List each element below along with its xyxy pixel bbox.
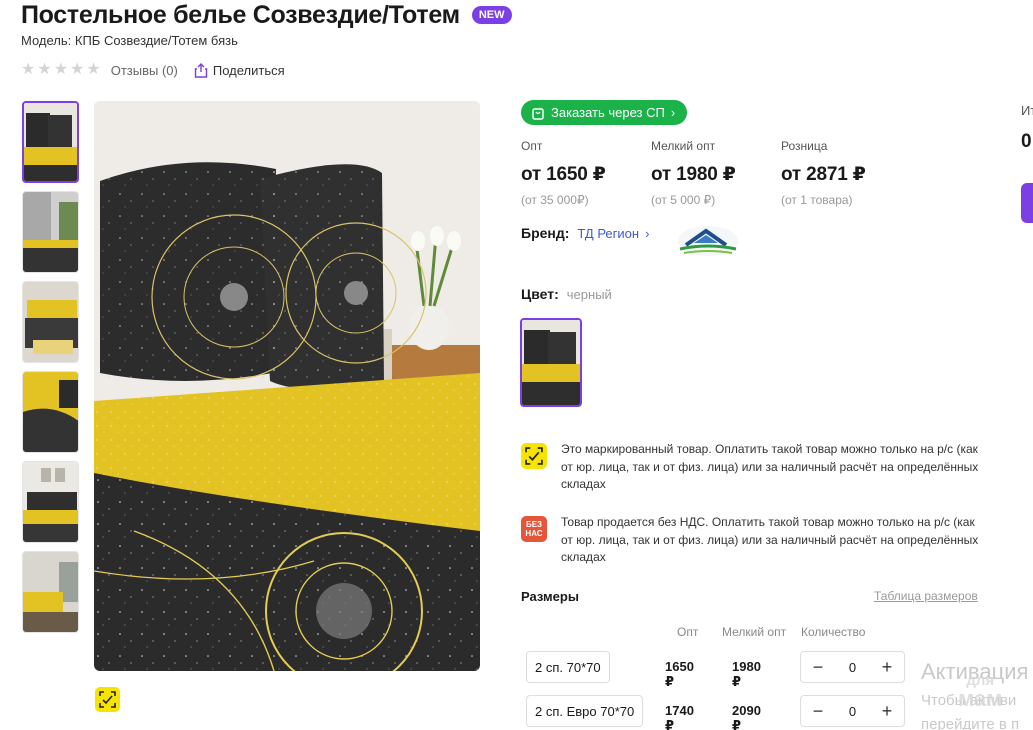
size-option[interactable]: 2 сп. 70*70 xyxy=(526,651,610,683)
share-button[interactable]: Поделиться xyxy=(194,63,285,78)
brand-label: Бренд: xyxy=(521,225,570,241)
price-value: от 1650 ₽ xyxy=(521,164,606,185)
price-tier-opt: Опт от 1650 ₽ (от 35 000₽) xyxy=(521,139,651,207)
thumbnail-3[interactable] xyxy=(22,281,79,363)
star-icon: ★ xyxy=(70,61,85,78)
size-small-opt-price: 1980 ₽ xyxy=(732,659,761,689)
sizes-title: Размеры xyxy=(521,589,579,604)
brand-name: ТД Регион xyxy=(577,225,640,241)
color-label: Цвет: xyxy=(521,286,559,302)
price-value: от 1980 ₽ xyxy=(651,164,736,185)
total-label-partial: Ит xyxy=(1021,103,1033,118)
thumbnail-6[interactable] xyxy=(22,551,79,633)
no-vat-notice-text: Товар продается без НДС. Оплатить такой … xyxy=(561,515,979,564)
new-badge: NEW xyxy=(471,6,512,24)
color-swatch-black[interactable] xyxy=(520,318,582,407)
thumbnail-4[interactable] xyxy=(22,371,79,453)
size-opt-price: 1650 ₽ xyxy=(665,659,694,689)
size-opt-price: 1740 ₽ xyxy=(665,703,694,730)
thumbnail-1[interactable] xyxy=(22,101,79,183)
star-icon: ★ xyxy=(21,61,36,78)
price-condition: (от 5 000 ₽) xyxy=(651,193,716,207)
marking-notice: Это маркированный товар. Оплатить такой … xyxy=(521,441,981,494)
star-icon: ★ xyxy=(86,61,101,78)
bag-icon xyxy=(532,107,544,120)
star-icon: ★ xyxy=(37,61,52,78)
minus-button[interactable]: − xyxy=(809,658,827,676)
price-tier-small-opt: Мелкий опт от 1980 ₽ (от 5 000 ₽) xyxy=(651,139,781,207)
thumbnail-list xyxy=(22,101,80,641)
brand-row: Бренд: ТД Регион › xyxy=(521,225,649,241)
color-row: Цвет: черный xyxy=(521,286,612,302)
star-icon: ★ xyxy=(53,61,69,78)
reviews-link[interactable]: Отзывы (0) xyxy=(111,63,178,78)
rating-stars: ★ ★ ★ ★ ★ xyxy=(21,62,101,78)
watermark-logo-bottom: мам xyxy=(958,686,1003,711)
price-value: от 2871 ₽ xyxy=(781,164,866,185)
price-condition: (от 35 000₽) xyxy=(521,193,589,207)
no-vat-notice: БЕЗ НАС Товар продается без НДС. Оплатит… xyxy=(521,514,981,567)
thumbnail-5[interactable] xyxy=(22,461,79,543)
marking-icon xyxy=(95,687,120,712)
brand-link[interactable]: ТД Регион › xyxy=(577,226,649,241)
quantity-value[interactable]: 0 xyxy=(849,660,856,675)
price-label: Розница xyxy=(781,139,828,153)
col-header-opt: Опт xyxy=(677,625,699,639)
plus-button[interactable]: + xyxy=(878,658,896,676)
quantity-stepper: − 0 + xyxy=(800,651,905,683)
product-model: Модель: КПБ Созвездие/Тотем бязь xyxy=(21,33,238,48)
chevron-right-icon: › xyxy=(670,105,676,120)
order-sp-button[interactable]: Заказать через СП › xyxy=(521,100,688,125)
thumbnail-2[interactable] xyxy=(22,191,79,273)
price-condition: (от 1 товара) xyxy=(781,193,853,207)
share-label: Поделиться xyxy=(212,62,285,78)
color-value: черный xyxy=(566,287,612,302)
price-label: Опт xyxy=(521,139,543,153)
quantity-value[interactable]: 0 xyxy=(849,704,856,719)
col-header-small-opt: Мелкий опт xyxy=(722,625,787,639)
price-tier-retail: Розница от 2871 ₽ (от 1 товара) xyxy=(781,139,911,207)
rating-row: ★ ★ ★ ★ ★ Отзывы (0) Поделиться xyxy=(21,62,285,78)
brand-logo[interactable] xyxy=(676,223,740,259)
total-value-partial: 0 xyxy=(1021,131,1032,152)
no-vat-icon: БЕЗ НАС xyxy=(521,516,547,542)
share-icon xyxy=(194,62,208,78)
plus-button[interactable]: + xyxy=(878,702,896,720)
add-to-cart-button-partial[interactable] xyxy=(1021,183,1033,223)
price-label: Мелкий опт xyxy=(651,139,716,153)
marking-notice-text: Это маркированный товар. Оплатить такой … xyxy=(561,442,979,491)
activation-watermark-line: перейдите в п xyxy=(921,716,1020,730)
quantity-stepper: − 0 + xyxy=(800,695,905,727)
site-watermark-logo: для мам xyxy=(958,672,1003,711)
main-product-photo[interactable] xyxy=(94,101,480,671)
size-small-opt-price: 2090 ₽ xyxy=(732,703,761,730)
title-row: Постельное белье Созвездие/Тотем NEW xyxy=(21,0,512,30)
col-header-qty: Количество xyxy=(801,625,866,639)
order-sp-label: Заказать через СП xyxy=(551,105,665,120)
size-option[interactable]: 2 сп. Евро 70*70 xyxy=(526,695,644,727)
chevron-right-icon: › xyxy=(645,225,650,241)
price-tiers: Опт от 1650 ₽ (от 35 000₽) Мелкий опт от… xyxy=(521,139,911,207)
minus-button[interactable]: − xyxy=(809,702,827,720)
product-title: Постельное белье Созвездие/Тотем xyxy=(21,1,460,29)
size-table-link[interactable]: Таблица размеров xyxy=(874,589,978,603)
marking-icon xyxy=(521,443,547,469)
